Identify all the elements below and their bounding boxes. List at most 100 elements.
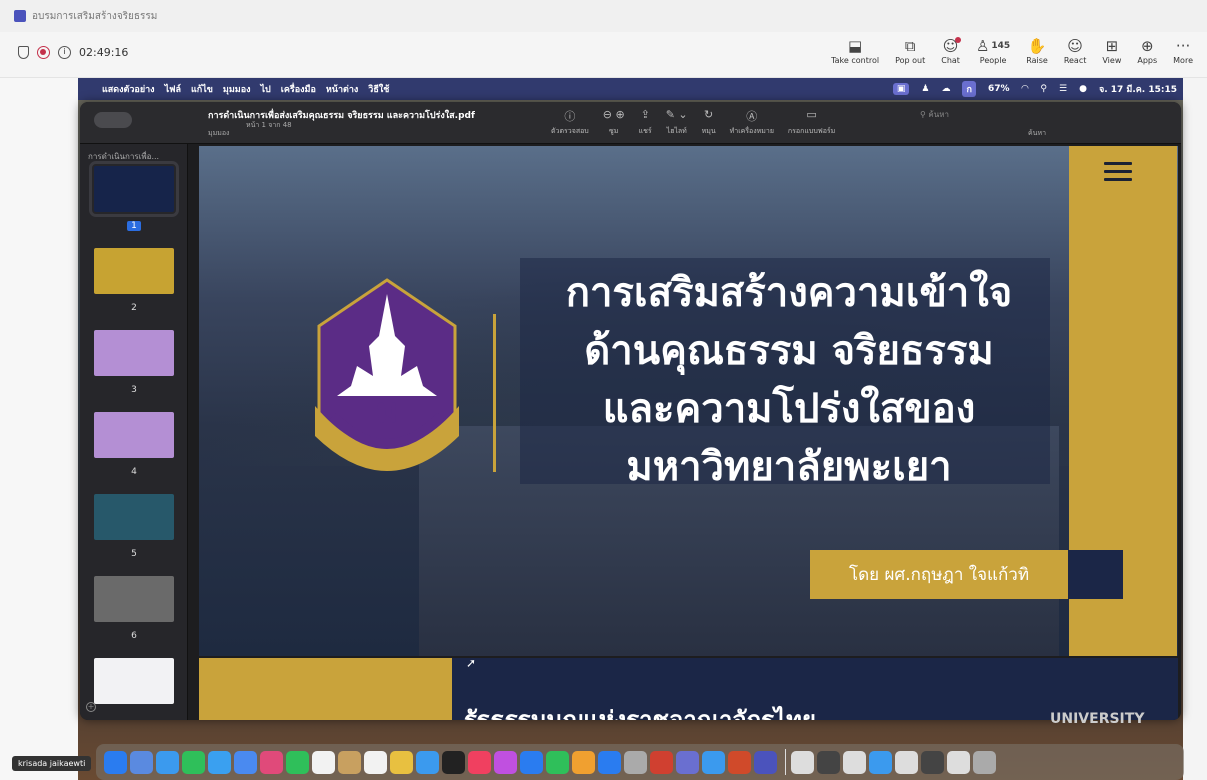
shield-icon[interactable]	[18, 46, 29, 59]
menu-item[interactable]: ไฟล์	[165, 82, 181, 96]
page-thumbnail[interactable]	[94, 412, 174, 458]
dock-app-icon[interactable]	[364, 750, 387, 774]
dock-app-icon[interactable]	[520, 750, 543, 774]
dock-app-icon[interactable]	[869, 750, 892, 774]
slide-title-line: การเสริมสร้างความเข้าใจ	[565, 270, 1013, 316]
title-divider	[493, 314, 496, 472]
take-control-button[interactable]: ⬓ Take control	[823, 36, 887, 74]
preview-tool-button[interactable]: ⇪ แชร์	[639, 108, 652, 137]
dock-app-icon[interactable]	[156, 750, 179, 774]
participant-name: krisada jaikaewti	[12, 756, 92, 771]
dock-app-icon[interactable]	[260, 750, 283, 774]
window-title: อบรมการเสริมสร้างจริยธรรม	[32, 10, 158, 22]
dock-app-icon[interactable]	[442, 750, 465, 774]
slide-title-line: ด้านคุณธรรม จริยธรรม	[584, 328, 994, 374]
people-button[interactable]: ♙ 145 People	[968, 36, 1018, 74]
dock-app-icon[interactable]	[338, 750, 361, 774]
menubar-datetime[interactable]: จ. 17 มี.ค. 15:15	[1099, 82, 1177, 96]
preview-tool-button[interactable]: ⊖ ⊕ ซูม	[603, 108, 625, 137]
dock-app-icon[interactable]	[973, 750, 996, 774]
tool-label: ซูม	[609, 127, 619, 135]
slide-page-1: การเสริมสร้างความเข้าใจด้านคุณธรรม จริยธ…	[199, 146, 1178, 656]
battery-level[interactable]: 67%	[988, 84, 1010, 94]
screen-share-icon[interactable]: ▣	[892, 83, 910, 95]
dock-app-icon[interactable]	[208, 750, 231, 774]
raise-button[interactable]: ✋ Raise	[1018, 36, 1056, 74]
tool-icon: ✎ ⌄	[665, 108, 688, 121]
recording-icon[interactable]	[37, 46, 50, 59]
page-thumbnail[interactable]	[94, 494, 174, 540]
slide-title: การเสริมสร้างความเข้าใจด้านคุณธรรม จริยธ…	[499, 264, 1079, 496]
preview-tool-button[interactable]: Ⓐ ทำเครื่องหมาย	[730, 108, 774, 137]
react-label: React	[1063, 56, 1087, 65]
view-button[interactable]: ⊞ View	[1094, 36, 1129, 74]
dock-app-icon[interactable]	[130, 750, 153, 774]
dock-app-icon[interactable]	[104, 750, 127, 774]
dock-app-icon[interactable]	[702, 750, 725, 774]
dock-app-icon[interactable]	[624, 750, 647, 774]
dock-app-icon[interactable]	[416, 750, 439, 774]
preview-tool-button[interactable]: ▭ กรอกแบบฟอร์ม	[788, 108, 835, 137]
dock-app-icon[interactable]	[754, 750, 777, 774]
dock-app-icon[interactable]	[182, 750, 205, 774]
preview-tool-button[interactable]: ✎ ⌄ ไฮไลท์	[666, 108, 688, 137]
sidebar-toggle-button[interactable]	[94, 112, 132, 128]
menu-item[interactable]: วิธีใช้	[368, 82, 389, 96]
tool-icon: ⇪	[640, 108, 650, 121]
dock-app-icon[interactable]	[895, 750, 918, 774]
page-thumbnail[interactable]	[94, 658, 174, 704]
menu-item[interactable]: ไป	[261, 82, 271, 96]
page-thumbnail[interactable]	[94, 248, 174, 294]
wifi-icon[interactable]: ◠	[1021, 84, 1028, 94]
search-field[interactable]: ⚲ ค้นหา	[920, 108, 1170, 122]
control-center-icon[interactable]: ☰	[1059, 84, 1067, 94]
slide2-heading: รัฐธรรมนูญแห่งราชอาณาจักรไทย	[464, 706, 816, 720]
page-number-label: 1	[127, 221, 141, 231]
page-thumbnail[interactable]	[94, 330, 174, 376]
menu-item[interactable]: มุมมอง	[223, 82, 251, 96]
right-margin	[1183, 78, 1207, 780]
dock-app-icon[interactable]	[312, 750, 335, 774]
menu-item[interactable]: แก้ไข	[191, 82, 213, 96]
dock-app-icon[interactable]	[650, 750, 673, 774]
dock-app-icon[interactable]	[494, 750, 517, 774]
dock-app-icon[interactable]	[947, 750, 970, 774]
react-button[interactable]: ☺ React	[1056, 36, 1095, 74]
info-icon[interactable]: i	[58, 46, 71, 59]
dock-app-icon[interactable]	[728, 750, 751, 774]
preview-tool-button[interactable]: ⓘ ตัวตรวจสอบ	[551, 108, 589, 137]
page-number-label: 3	[131, 385, 137, 395]
menu-item[interactable]: แสดงตัวอย่าง	[102, 82, 155, 96]
cloud-icon[interactable]: ☁	[941, 84, 950, 94]
page-thumbnail[interactable]	[94, 576, 174, 622]
page-thumbnail[interactable]	[89, 161, 179, 217]
menu-item[interactable]: เครื่องมือ	[281, 82, 316, 96]
dock-app-icon[interactable]	[676, 750, 699, 774]
chat-button[interactable]: ☺ Chat	[933, 36, 968, 74]
dock-app-icon[interactable]	[468, 750, 491, 774]
dock-app-icon[interactable]	[598, 750, 621, 774]
page-number-label: 5	[131, 549, 137, 559]
dock-app-icon[interactable]	[286, 750, 309, 774]
dock-app-icon[interactable]	[234, 750, 257, 774]
tool-label: ทำเครื่องหมาย	[729, 127, 774, 135]
more-button[interactable]: ··· More	[1165, 36, 1201, 74]
siri-icon[interactable]: ●	[1079, 84, 1087, 94]
dock-app-icon[interactable]	[921, 750, 944, 774]
apps-button[interactable]: ⊕ Apps	[1129, 36, 1165, 74]
dock-app-icon[interactable]	[390, 750, 413, 774]
menu-item[interactable]: หน้าต่าง	[326, 82, 358, 96]
dock-app-icon[interactable]	[843, 750, 866, 774]
page-number-label: 2	[131, 303, 137, 313]
dock-app-icon[interactable]	[791, 750, 814, 774]
dock-app-icon[interactable]	[572, 750, 595, 774]
input-source-icon[interactable]: ก	[962, 81, 976, 97]
spotlight-icon[interactable]: ⚲	[1040, 84, 1047, 94]
dock-app-icon[interactable]	[817, 750, 840, 774]
view-menu-label[interactable]: มุมมอง	[208, 128, 229, 139]
page-number-label: 6	[131, 631, 137, 641]
dock-app-icon[interactable]	[546, 750, 569, 774]
pop-out-button[interactable]: ⧉ Pop out	[887, 36, 933, 74]
preview-tool-button[interactable]: ↻ หมุน	[702, 108, 716, 137]
teams-tray-icon[interactable]: ♟	[921, 84, 929, 94]
